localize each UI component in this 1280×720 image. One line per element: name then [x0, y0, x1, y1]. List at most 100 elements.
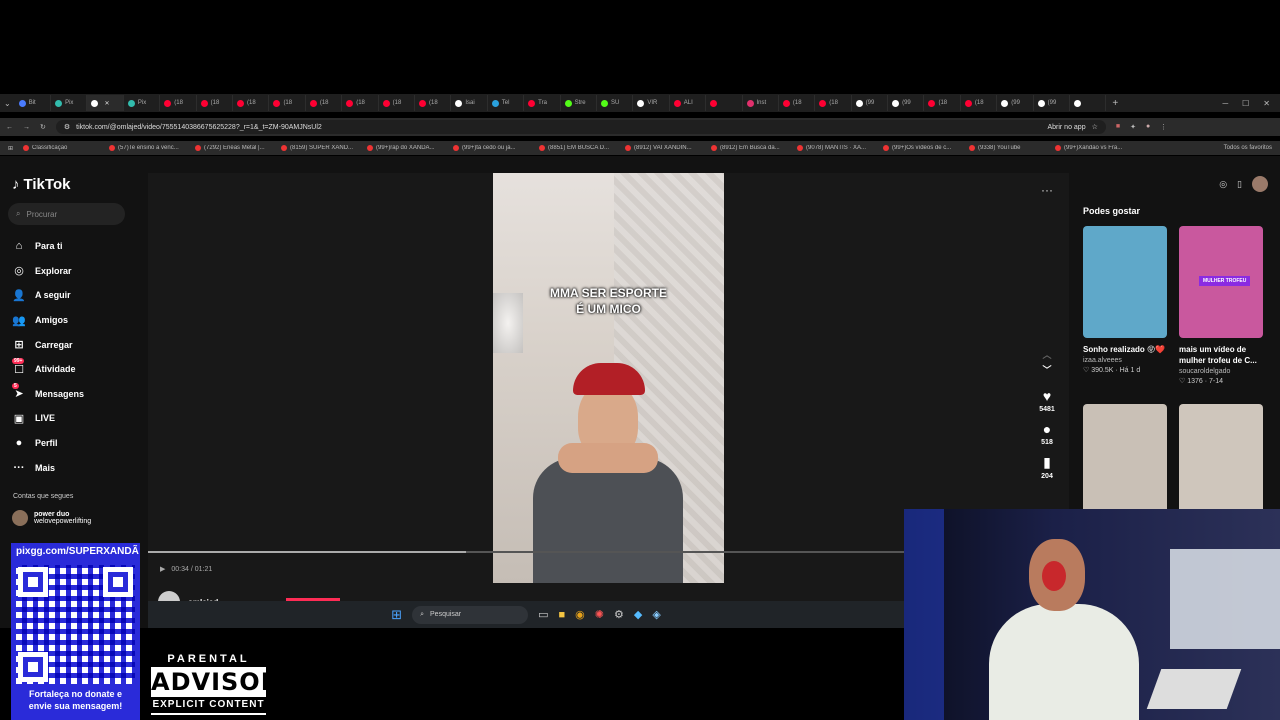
extension-icon[interactable]: ■ [1116, 123, 1120, 131]
browser-tab[interactable]: VIR [633, 95, 670, 111]
browser-tab[interactable]: Stre [561, 95, 597, 111]
browser-tab[interactable]: (18 [306, 95, 343, 111]
browser-tab[interactable]: (18 [961, 95, 998, 111]
sidebar-item[interactable]: ▣ LIVE [12, 406, 84, 431]
apps-grid-icon[interactable]: ⊞ [8, 145, 13, 152]
browser-tab[interactable] [706, 95, 743, 111]
windows-start-icon[interactable]: ⊞ [391, 607, 402, 623]
browser-tab[interactable]: (18 [342, 95, 379, 111]
compass-icon[interactable]: ◎ [1219, 179, 1227, 190]
tab-search-chevron-icon[interactable]: ⌄ [4, 99, 11, 108]
puzzle-icon[interactable]: ✦ [1130, 123, 1136, 131]
browser-tab[interactable]: (18 [415, 95, 452, 111]
browser-tab[interactable]: ✕ [87, 95, 124, 111]
browser-tab[interactable]: Isai [451, 95, 488, 111]
browser-tab[interactable]: (99 [997, 95, 1034, 111]
all-favorites-folder[interactable]: Todos os favoritos [1224, 145, 1272, 151]
browser-tab[interactable]: Inst [743, 95, 779, 111]
sidebar-item[interactable]: ⌂ Para ti [12, 234, 84, 259]
browser-tab[interactable]: (99 [888, 95, 925, 111]
file-explorer-icon[interactable]: ■ [559, 609, 566, 621]
taskbar-search[interactable]: ⌕ Pesquisar [412, 605, 529, 624]
sidebar-item[interactable]: ··· Mais [12, 455, 84, 480]
phone-icon[interactable]: ▯ [1237, 179, 1242, 190]
suggested-video-card[interactable] [1179, 404, 1263, 522]
play-icon[interactable]: ▶ [160, 565, 165, 573]
open-in-app-button[interactable]: Abrir no app [1047, 124, 1085, 131]
followed-account[interactable]: power duo welovepowerlifting [12, 510, 91, 526]
search-input[interactable]: ⌕ Procurar [8, 203, 125, 225]
like-icon[interactable]: ♥ [1043, 388, 1051, 404]
comment-icon[interactable]: ● [1043, 421, 1051, 437]
url-field[interactable]: ⚙ tiktok.com/@omlajed/video/755514038667… [55, 120, 1106, 134]
browser-tab[interactable]: (18 [233, 95, 270, 111]
settings-icon[interactable]: ⚙ [614, 608, 624, 621]
bookmark-item[interactable]: (8912) VAI XANDIN... [625, 145, 705, 151]
video-player[interactable]: MMA SER ESPORTE É UM MICO [493, 173, 724, 583]
app-icon[interactable]: ✺ [595, 608, 604, 621]
bookmark-item[interactable]: (8159) SUPER XAND... [281, 145, 361, 151]
browser-tab[interactable]: Bit [15, 95, 52, 111]
suggested-video-card[interactable]: MULHER TROFEU mais um vídeo de mulher tro… [1179, 226, 1263, 385]
site-info-icon[interactable]: ⚙ [64, 123, 70, 131]
bookmark-item[interactable]: (9338) YouTube [969, 145, 1049, 151]
scroll-down-icon[interactable]: ﹀ [1042, 363, 1051, 376]
star-icon[interactable]: ☆ [1092, 123, 1098, 131]
tiktok-logo[interactable]: ♪ TikTok [12, 176, 70, 193]
bookmark-item[interactable]: (8912) Em Busca da... [711, 145, 791, 151]
sidebar-item[interactable]: 👤 A seguir [12, 283, 84, 308]
sidebar-item[interactable]: ➤ Mensagens 5 [12, 382, 84, 407]
close-window-icon[interactable]: ✕ [1263, 99, 1270, 108]
chrome-icon[interactable]: ◉ [575, 608, 585, 621]
more-options-icon[interactable]: ··· [1041, 183, 1053, 197]
bookmark-item[interactable]: (57)Te ensino a venc... [109, 145, 189, 151]
bookmark-item[interactable]: (9078) MANTIS · XA... [797, 145, 877, 151]
bookmark-item[interactable]: (99+)rap do XANDÃ... [367, 145, 447, 151]
browser-tab[interactable]: (18 [924, 95, 961, 111]
browser-tab[interactable]: (99 [1034, 95, 1071, 111]
bookmark-item[interactable]: (99+)tá cedo ou já... [453, 145, 533, 151]
browser-tab[interactable]: (18 [379, 95, 415, 111]
scroll-up-icon[interactable]: ︿ [1042, 348, 1051, 361]
sidebar-item[interactable]: 👥 Amigos [12, 308, 84, 333]
bookmark-item[interactable]: (99+)Os vídeos de c... [883, 145, 963, 151]
minimize-icon[interactable]: ─ [1222, 99, 1228, 108]
bookmark-item[interactable]: (7292) Enéas Metal |... [195, 145, 275, 151]
browser-tab[interactable]: (18 [815, 95, 852, 111]
menu-icon[interactable]: ⋮ [1160, 123, 1167, 131]
browser-tab[interactable]: ALI [670, 95, 707, 111]
task-view-icon[interactable]: ▭ [538, 608, 548, 621]
bookmark-item[interactable]: (99+)Xandão vs Fra... [1055, 145, 1135, 151]
bookmark-item[interactable]: (8851) EM BUSCA D... [539, 145, 619, 151]
browser-tab[interactable]: (99 [852, 95, 889, 111]
back-icon[interactable]: ← [6, 124, 13, 131]
video-progress-bar[interactable] [148, 551, 904, 553]
profile-avatar-icon[interactable]: ● [1146, 123, 1150, 131]
steam-icon[interactable]: ◈ [652, 608, 660, 621]
browser-tab[interactable]: (18 [197, 95, 234, 111]
browser-tab[interactable]: (18 [779, 95, 816, 111]
bookmark-item[interactable]: Classificação [23, 145, 103, 151]
app-icon-2[interactable]: ◆ [634, 608, 642, 621]
sidebar-item[interactable]: ☐ Atividade 99+ [12, 357, 84, 382]
browser-tab[interactable]: (18 [160, 95, 197, 111]
browser-tab[interactable] [1070, 95, 1107, 111]
sidebar-item[interactable]: ⊞ Carregar [12, 332, 84, 357]
browser-tab[interactable]: Tel [488, 95, 525, 111]
reload-icon[interactable]: ↻ [40, 123, 46, 131]
browser-tab[interactable]: Pix [51, 95, 88, 111]
browser-tab[interactable]: Pix [124, 95, 161, 111]
sidebar-item[interactable]: ◎ Explorar [12, 259, 84, 284]
browser-tab[interactable]: SU [597, 95, 634, 111]
suggested-video-card[interactable] [1083, 404, 1167, 522]
close-tab-icon[interactable]: ✕ [104, 100, 109, 107]
browser-tab[interactable]: (18 [269, 95, 306, 111]
forward-icon[interactable]: → [23, 124, 30, 131]
suggested-video-card[interactable]: Sonho realizado 😝❤️ izaa.alveees ♡ 390.5K … [1083, 226, 1167, 374]
browser-tab[interactable]: Tra [524, 95, 561, 111]
user-avatar[interactable] [1252, 176, 1268, 192]
sidebar-item[interactable]: ● Perfil [12, 431, 84, 456]
maximize-icon[interactable]: ☐ [1242, 99, 1249, 108]
bookmark-icon[interactable]: ▮ [1043, 454, 1051, 471]
new-tab-button[interactable]: + [1106, 98, 1124, 109]
